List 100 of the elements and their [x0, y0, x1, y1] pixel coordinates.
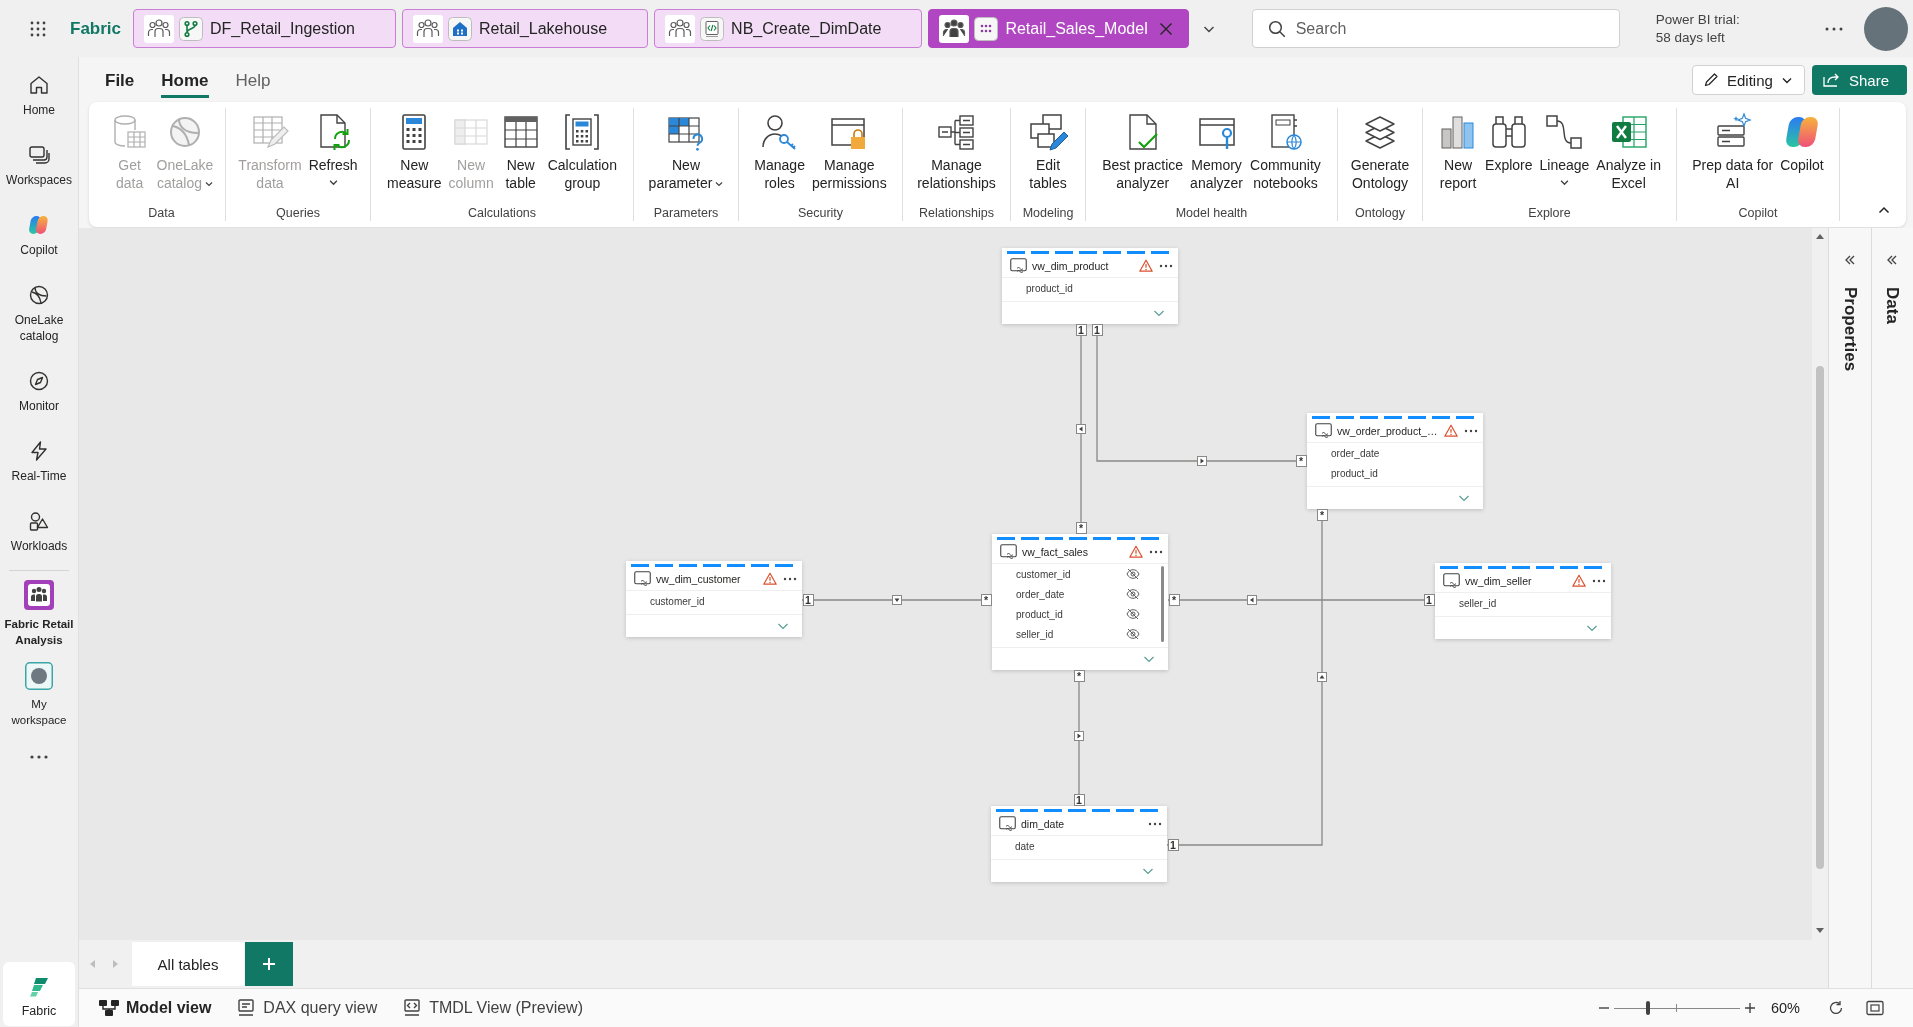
add-layout-button[interactable]	[245, 942, 293, 986]
ribbon-button[interactable]: Manage permissions	[808, 108, 890, 205]
search-icon	[1267, 19, 1286, 38]
slider-thumb[interactable]	[1646, 1001, 1650, 1015]
app-grid-icon[interactable]	[29, 19, 47, 38]
search-field[interactable]: Search	[1251, 9, 1620, 48]
share-button[interactable]: Share	[1812, 65, 1907, 95]
more-icon[interactable]	[783, 576, 797, 581]
more-icon[interactable]	[1825, 26, 1843, 31]
column-name[interactable]: product_id	[1026, 282, 1073, 294]
column-name[interactable]: seller_id	[1459, 597, 1497, 609]
table-card[interactable]: vw_dim_product product_id	[1002, 248, 1178, 324]
more-icon[interactable]	[1159, 263, 1173, 268]
ribbon-button[interactable]: Manage roles	[751, 108, 808, 205]
avatar-icon[interactable]	[1864, 6, 1908, 51]
item-tab[interactable]: NB_Create_DimDate	[654, 9, 923, 48]
view-tab[interactable]: DAX query view	[235, 998, 378, 1018]
nav-item[interactable]: Monitor	[0, 353, 78, 423]
workspace-item[interactable]: My workspace	[0, 653, 78, 733]
ribbon-group-label: Security	[796, 205, 845, 221]
column-name[interactable]: product_id	[1016, 608, 1063, 620]
table-card[interactable]: vw_order_product_… order_date product_id	[1307, 413, 1483, 509]
ribbon-tab[interactable]: Home	[161, 64, 209, 98]
chevron-up-icon[interactable]	[1878, 206, 1890, 214]
table-card[interactable]: vw_fact_sales customer_id order_date product_id seller_id	[992, 534, 1168, 670]
eye-slash-icon[interactable]	[1126, 608, 1140, 620]
table-card[interactable]: vw_dim_customer customer_id	[626, 561, 802, 637]
view-tab[interactable]: Model view	[98, 998, 212, 1018]
ribbon-button[interactable]: Generate Ontology	[1347, 108, 1413, 205]
ribbon-group-label: Copilot	[1737, 205, 1779, 221]
column-name[interactable]: order_date	[1331, 447, 1380, 459]
ribbon-button[interactable]: New report	[1435, 108, 1482, 205]
ribbon-button[interactable]: Manage relationships	[914, 108, 999, 205]
nav-item[interactable]: Real-Time	[0, 423, 78, 493]
nav-item[interactable]: Fabric	[3, 962, 75, 1026]
table-card[interactable]: dim_date date	[991, 806, 1167, 882]
ribbon-button[interactable]: Explore	[1482, 108, 1536, 205]
editing-button[interactable]: Editing	[1692, 65, 1805, 95]
column-name[interactable]: customer_id	[1016, 568, 1071, 580]
scrollbar-thumb[interactable]	[1816, 366, 1824, 869]
ribbon-button[interactable]: Prep data for AI	[1689, 108, 1777, 205]
double-chevron-left-icon[interactable]	[1886, 254, 1899, 266]
ribbon-button[interactable]: Community notebooks	[1247, 108, 1324, 205]
nav-item[interactable]: OneLake catalog	[0, 267, 78, 353]
refresh-icon[interactable]	[1828, 1000, 1844, 1016]
scroll-down-icon[interactable]	[1815, 927, 1825, 935]
column-name[interactable]: date	[1015, 840, 1035, 852]
zoom-level[interactable]: 60%	[1770, 1000, 1800, 1016]
ribbon-button[interactable]: New parameter	[645, 108, 727, 205]
avatar-icon	[25, 662, 53, 690]
column-name[interactable]: order_date	[1016, 588, 1065, 600]
nav-item[interactable]: Workloads	[0, 493, 78, 563]
pane-title[interactable]: Properties	[1839, 287, 1860, 372]
ribbon-button[interactable]: Analyze in Excel	[1593, 108, 1664, 205]
ribbon-tab[interactable]: File	[105, 64, 135, 98]
ribbon-button[interactable]: Lineage	[1536, 108, 1593, 205]
ribbon-button[interactable]: New measure	[384, 108, 445, 205]
view-tab[interactable]: TMDL View (Preview)	[401, 998, 583, 1018]
ribbon-button[interactable]: Copilot	[1777, 108, 1827, 205]
more-icon[interactable]	[1464, 428, 1478, 433]
eye-slash-icon[interactable]	[1126, 628, 1140, 640]
more-icon[interactable]	[1148, 821, 1162, 826]
scrollbar-thumb[interactable]	[1161, 566, 1164, 642]
arrow-icon	[1317, 672, 1327, 682]
code-icon	[700, 16, 725, 41]
copilot-icon	[27, 213, 51, 237]
layout-tab[interactable]: All tables	[132, 942, 244, 986]
column-name[interactable]: customer_id	[650, 595, 705, 607]
ribbon-tab[interactable]: Help	[235, 64, 271, 98]
eye-slash-icon[interactable]	[1126, 588, 1140, 600]
more-icon[interactable]	[30, 755, 48, 759]
plus-icon[interactable]	[1744, 1003, 1755, 1013]
item-tab[interactable]: Retail_Lakehouse	[402, 9, 649, 48]
nav-item[interactable]: Workspaces	[0, 127, 78, 197]
app-name[interactable]: Fabric	[70, 18, 122, 39]
ribbon-button[interactable]: Calculation group	[544, 108, 620, 205]
double-chevron-left-icon[interactable]	[1843, 254, 1856, 266]
column-name[interactable]: product_id	[1331, 467, 1378, 479]
workspace-item[interactable]: Fabric Retail Analysis	[0, 571, 78, 653]
ribbon-button[interactable]: Memory analyzer	[1187, 108, 1247, 205]
diagram-icon	[98, 998, 120, 1018]
cardinality-marker: *	[1295, 455, 1307, 467]
column-name[interactable]: seller_id	[1016, 628, 1054, 640]
table-card[interactable]: vw_dim_seller seller_id	[1435, 563, 1611, 639]
eye-slash-icon[interactable]	[1126, 568, 1140, 580]
pane-title[interactable]: Data	[1882, 287, 1903, 324]
ribbon-button[interactable]: Refresh	[305, 108, 361, 205]
item-tab[interactable]: Retail_Sales_Model	[928, 9, 1189, 48]
nav-item[interactable]: Home	[0, 57, 78, 127]
scroll-up-icon[interactable]	[1815, 232, 1825, 240]
fit-to-screen-icon[interactable]	[1866, 1000, 1884, 1016]
nav-item[interactable]: Copilot	[0, 197, 78, 267]
ribbon-button[interactable]: New table	[497, 108, 544, 205]
dots-grid-icon	[974, 16, 999, 41]
close-icon[interactable]	[1157, 20, 1174, 37]
item-tab[interactable]: DF_Retail_Ingestion	[133, 9, 396, 48]
ribbon-button[interactable]: Edit tables	[1025, 108, 1071, 205]
more-icon[interactable]	[1149, 549, 1163, 554]
more-icon[interactable]	[1592, 578, 1606, 583]
ribbon-button[interactable]: Best practice analyzer	[1099, 108, 1187, 205]
